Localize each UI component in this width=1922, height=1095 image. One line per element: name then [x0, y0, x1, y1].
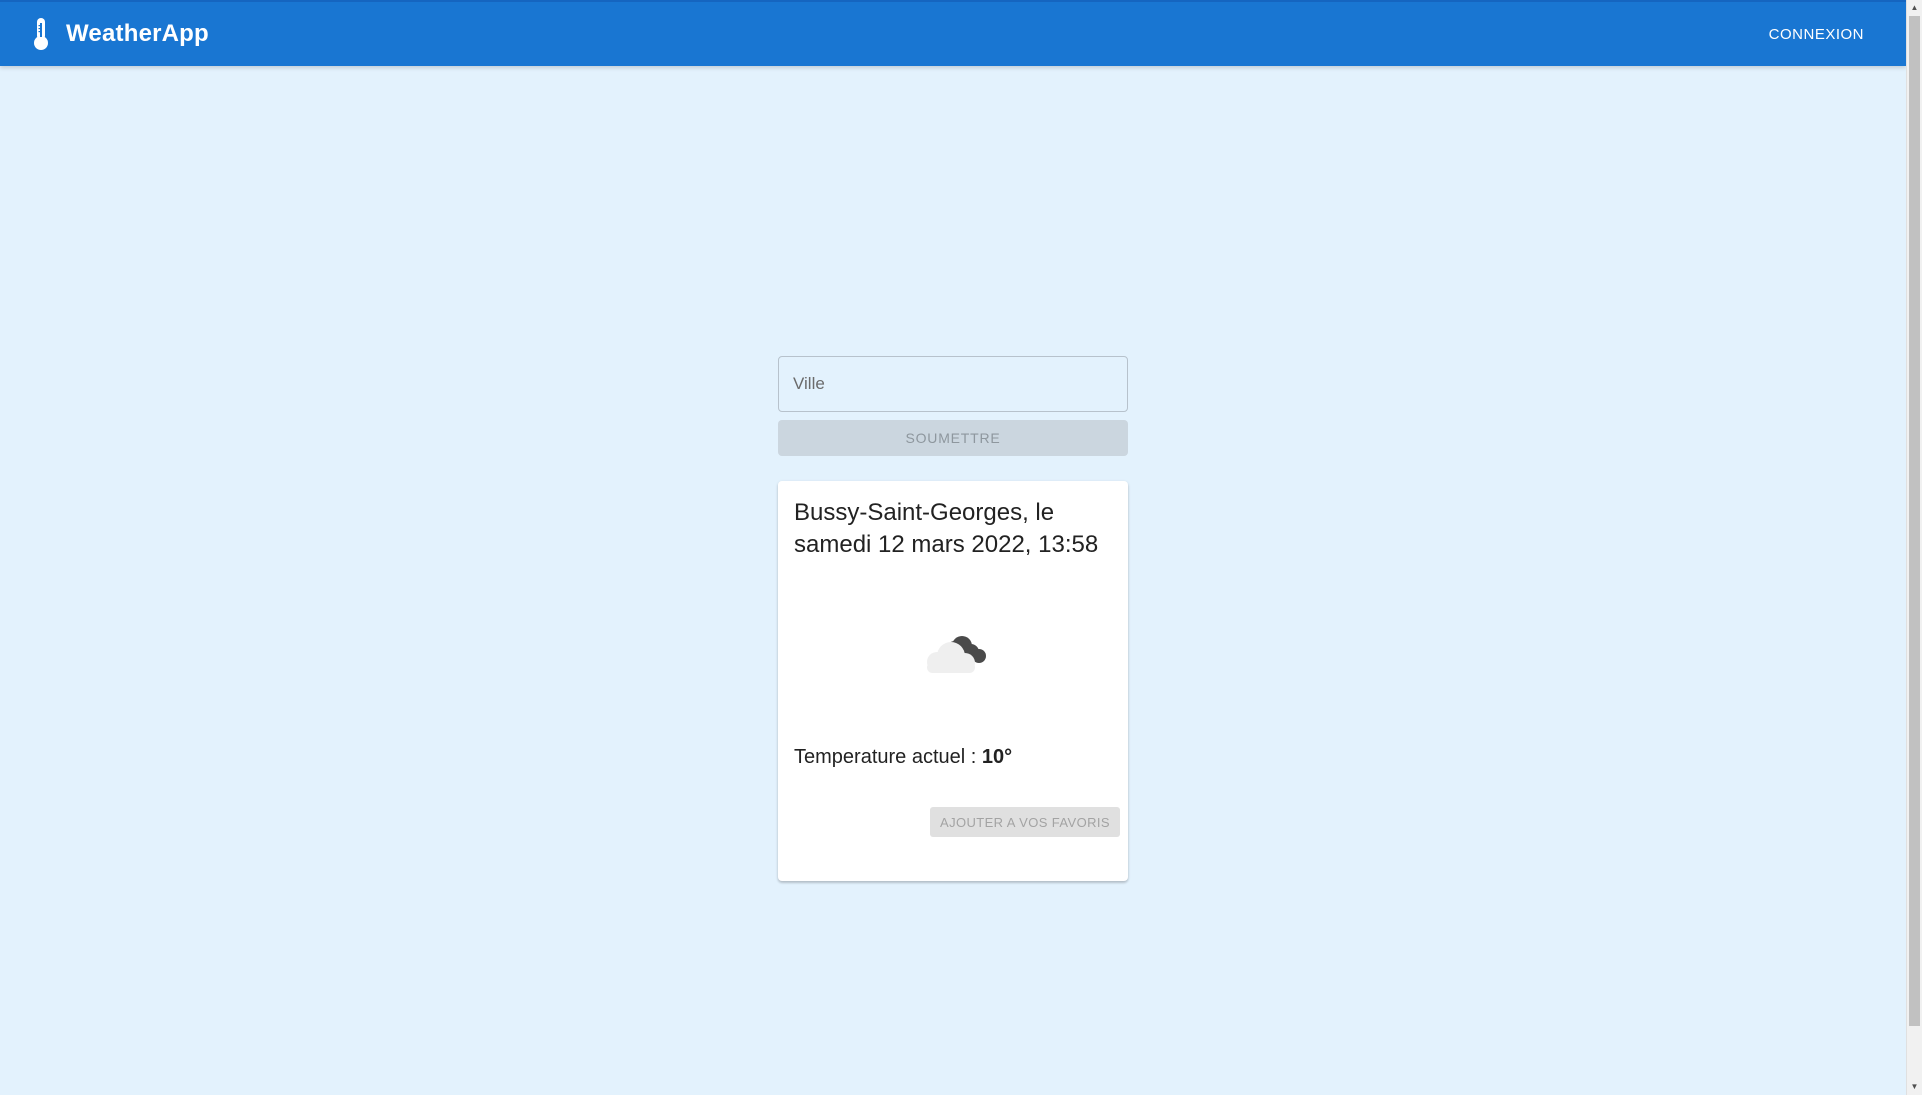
weather-card-title: Bussy-Saint-Georges, le samedi 12 mars 2…	[794, 499, 1099, 558]
add-favorite-button[interactable]: AJOUTER A VOS FAVORIS	[930, 807, 1120, 837]
scroll-down-arrow-icon[interactable]: ▼	[1907, 1079, 1922, 1095]
app-bar: WeatherApp CONNEXION	[0, 0, 1906, 66]
scroll-up-arrow-icon[interactable]: ▲	[1907, 0, 1922, 16]
scrollbar-thumb[interactable]	[1909, 16, 1920, 1026]
weather-card: Bussy-Saint-Georges, le samedi 12 mars 2…	[778, 481, 1128, 881]
app-title: WeatherApp	[66, 20, 209, 47]
thermometer-icon	[30, 17, 52, 51]
page: WeatherApp CONNEXION SOUMETTRE Bussy-Sai…	[0, 0, 1922, 1095]
city-input[interactable]	[778, 356, 1128, 412]
cloudy-icon	[917, 626, 989, 678]
submit-button[interactable]: SOUMETTRE	[778, 420, 1128, 456]
vertical-scrollbar[interactable]: ▲ ▼	[1906, 0, 1922, 1095]
temperature-value: 10°	[981, 746, 1013, 768]
temperature-line: Temperature actuel : 10°	[794, 746, 1012, 769]
temperature-label: Temperature actuel :	[794, 746, 982, 768]
login-button[interactable]: CONNEXION	[1759, 18, 1874, 51]
brand: WeatherApp	[30, 17, 209, 51]
